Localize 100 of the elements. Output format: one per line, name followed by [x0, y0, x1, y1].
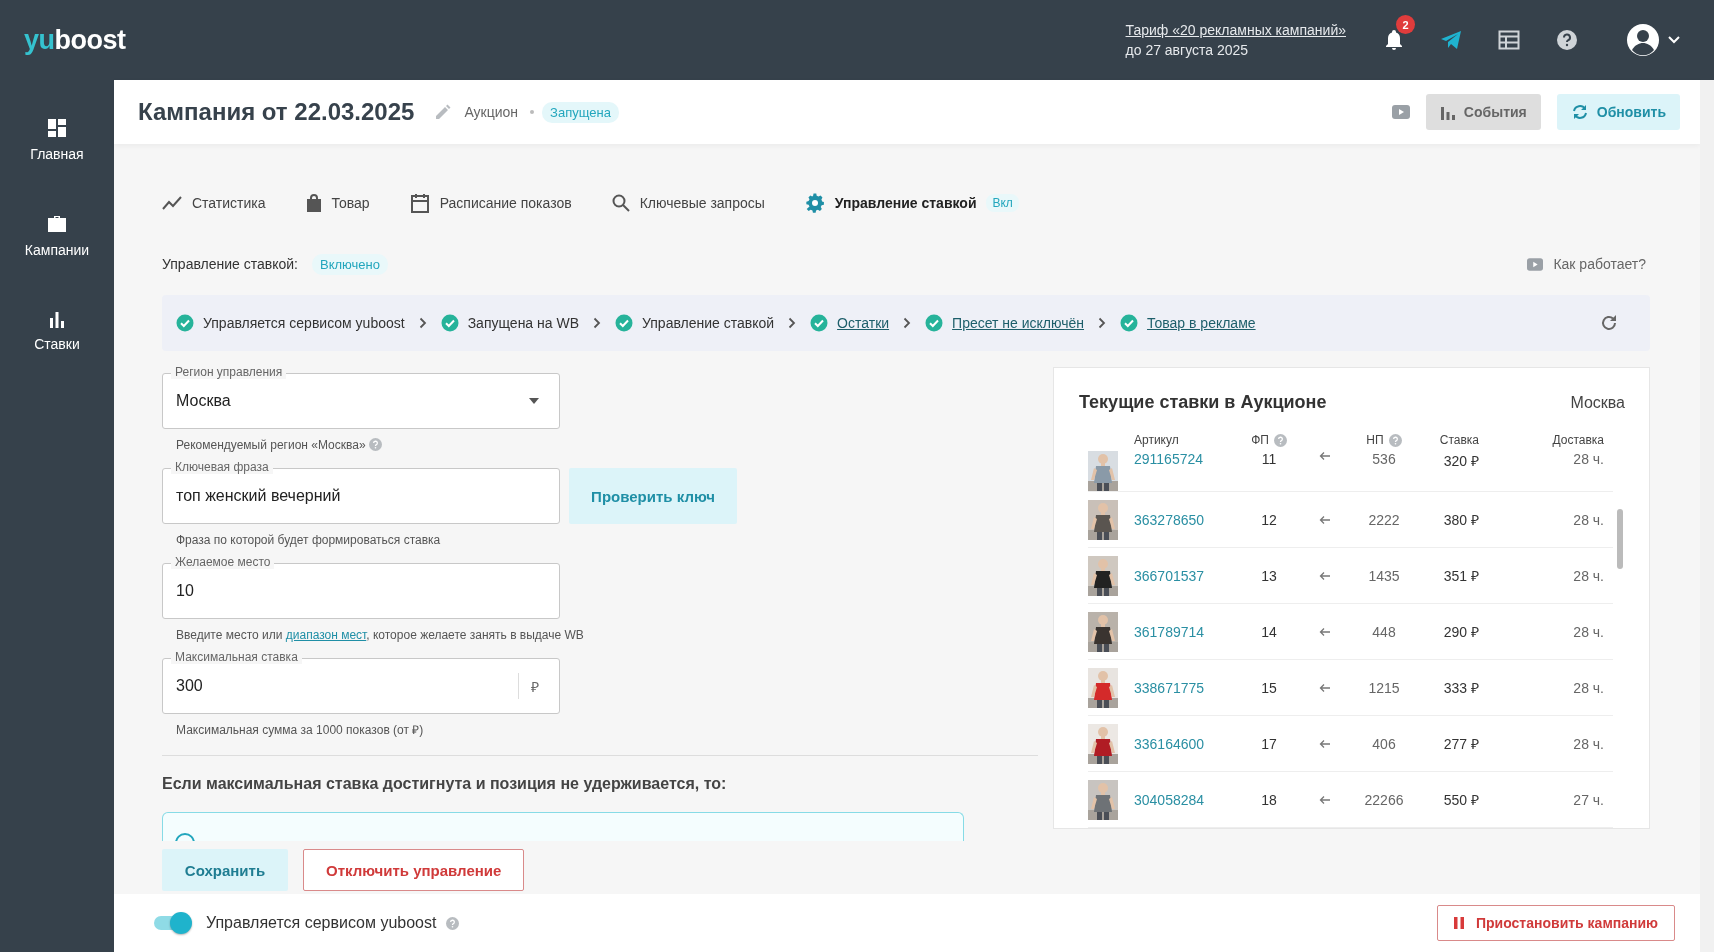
arrow-left-icon: [1319, 451, 1331, 461]
table-cell-text: 18: [1260, 791, 1278, 808]
field-hint: Введите место или диапазон мест, которое желаете занять в выдаче WB: [176, 627, 584, 642]
article-link[interactable]: 338671775: [1134, 679, 1249, 696]
column-header: Ставка: [1438, 433, 1479, 447]
pause-icon: [1454, 917, 1464, 929]
field-hint: Рекомендуемый регион «Москва»: [176, 437, 366, 452]
table-cell-text: 17: [1260, 735, 1278, 752]
sidebar-item[interactable]: Главная: [24, 114, 90, 166]
separator-dot: [530, 110, 535, 114]
table-icon[interactable]: [1498, 30, 1520, 50]
chevron-down-icon: [1668, 36, 1680, 44]
save-button[interactable]: Сохранить: [162, 849, 288, 891]
table-cell-text: 1435: [1367, 567, 1401, 584]
how-it-works-link[interactable]: Как работает?: [1527, 256, 1646, 272]
gear-icon: [804, 193, 825, 213]
table-cell-text: 277 ₽: [1442, 735, 1479, 753]
option-card[interactable]: [162, 812, 964, 841]
management-label: Управление ставкой:: [162, 256, 298, 272]
scrollbar[interactable]: [1700, 80, 1714, 952]
briefcase-icon: [46, 214, 68, 234]
table-cell-text: 333 ₽: [1442, 679, 1479, 697]
check-link[interactable]: Товар в рекламе: [1147, 315, 1256, 331]
table-cell-text: 28 ч.: [1572, 511, 1604, 528]
dropdown-caret-icon: [529, 398, 539, 404]
tariff-date: до 27 августа 2025: [1125, 42, 1250, 58]
tab[interactable]: Ключевые запросы: [611, 188, 765, 218]
article-link[interactable]: 366701537: [1134, 567, 1249, 584]
check-circle-icon: [615, 314, 633, 332]
check-link[interactable]: Остатки: [837, 315, 890, 331]
table-cell-text: 448: [1371, 623, 1397, 640]
pencil-icon[interactable]: [434, 103, 453, 121]
arrow-left-icon: [1319, 682, 1331, 693]
sidebar-item[interactable]: Кампании: [18, 210, 96, 262]
column-header: Артикул: [1134, 433, 1180, 447]
chevron-right-icon: [1098, 317, 1107, 329]
check-circle-icon: [925, 314, 944, 332]
check-circle-icon: [1120, 314, 1139, 332]
calendar-icon: [409, 193, 430, 213]
table-cell-text: 28 ч.: [1572, 623, 1604, 640]
tab-badge: Вкл: [986, 194, 1019, 212]
logo[interactable]: yuboost: [24, 24, 126, 56]
table-cell-text: 28 ч.: [1572, 451, 1604, 467]
user-menu[interactable]: [1626, 23, 1680, 57]
tab[interactable]: Статистика: [162, 189, 266, 217]
article-link[interactable]: 291165724: [1134, 451, 1249, 467]
refresh-icon: [1570, 104, 1589, 120]
scrollbar[interactable]: [1617, 509, 1623, 569]
column-header: НП: [1361, 433, 1407, 447]
table-cell-text: 22266: [1363, 791, 1405, 808]
paper-plane-icon[interactable]: [1440, 30, 1462, 50]
table-cell-text: 12: [1260, 511, 1278, 528]
tariff-link[interactable]: Тариф «20 рекламных кампаний»: [1125, 22, 1346, 38]
pause-campaign-button[interactable]: Приостановить кампанию: [1437, 905, 1675, 941]
table-cell-text: 406: [1371, 735, 1397, 752]
dashboard-icon: [47, 118, 67, 138]
notification-badge: 2: [1396, 15, 1415, 34]
check-circle-icon: [810, 314, 829, 332]
video-icon: [1527, 257, 1544, 271]
bell-icon[interactable]: [1384, 29, 1404, 51]
check-label: Запущена на WB: [467, 315, 579, 331]
campaign-type: Аукцион: [464, 104, 519, 120]
table-cell-text: 290 ₽: [1442, 623, 1479, 641]
search-icon: [611, 194, 630, 212]
table-cell-text: 536: [1371, 451, 1397, 467]
bag-icon: [305, 194, 322, 212]
management-state-badge: Включено: [312, 253, 388, 275]
check-label: Управляется сервисом yuboost: [203, 315, 405, 331]
line-chart-icon: [162, 196, 182, 210]
arrow-left-icon: [1319, 514, 1331, 525]
table-cell-text: 320 ₽: [1442, 452, 1479, 470]
chevron-right-icon: [418, 317, 427, 329]
sidebar-item[interactable]: Ставки: [28, 306, 86, 356]
bar-chart-icon: [1439, 104, 1456, 120]
header-button[interactable]: События: [1425, 94, 1541, 130]
table-cell-text: 351 ₽: [1442, 567, 1479, 585]
video-icon[interactable]: [1391, 105, 1410, 119]
field-hint: Фраза по которой будет формироваться ставка: [176, 532, 441, 547]
article-link[interactable]: 361789714: [1134, 623, 1249, 640]
toggle-label: Управляется сервисом yuboost: [206, 914, 437, 932]
panel-region: Москва: [1570, 393, 1625, 412]
chevron-right-icon: [788, 317, 797, 329]
user-avatar-icon: [1626, 23, 1660, 57]
help-icon[interactable]: [1556, 29, 1578, 51]
tab[interactable]: Товар: [305, 188, 370, 218]
check-link[interactable]: Пресет не исключён: [952, 315, 1085, 331]
table-cell-text: 28 ч.: [1572, 735, 1604, 752]
article-link[interactable]: 363278650: [1134, 511, 1249, 528]
check-circle-icon: [440, 314, 459, 332]
campaign-title: Кампания от 22.03.2025: [138, 98, 415, 126]
article-link[interactable]: 304058284: [1134, 791, 1249, 808]
table-cell-text: 28 ч.: [1572, 567, 1604, 584]
table-cell-text: 15: [1260, 679, 1278, 696]
tab[interactable]: Управление ставкой Вкл: [804, 187, 1019, 219]
table-cell-text: 11: [1260, 451, 1278, 467]
disable-button[interactable]: Отключить управление: [303, 849, 525, 891]
check-circle-icon: [176, 314, 194, 332]
tab[interactable]: Расписание показов: [409, 187, 572, 219]
article-link[interactable]: 336164600: [1134, 735, 1249, 752]
refresh-icon[interactable]: [1600, 314, 1618, 332]
